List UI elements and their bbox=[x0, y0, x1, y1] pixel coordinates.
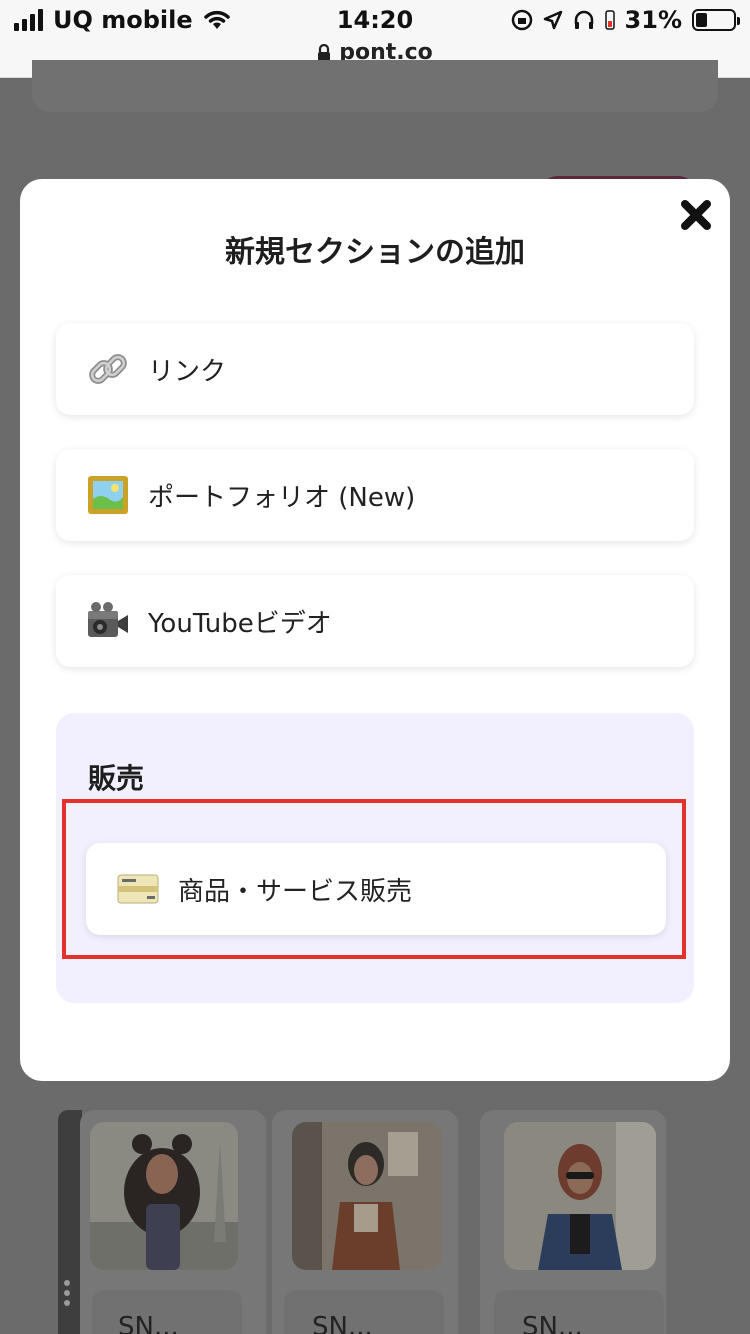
video-camera-icon bbox=[86, 599, 130, 643]
background-caption: SN... bbox=[522, 1312, 583, 1334]
modal-title: 新規セクションの追加 bbox=[225, 235, 525, 270]
background-card bbox=[32, 60, 718, 112]
option-portfolio[interactable]: ポートフォリオ (New) bbox=[56, 449, 694, 541]
background-caption: SN... bbox=[118, 1312, 179, 1334]
low-power-icon bbox=[604, 10, 615, 30]
add-section-modal: 新規セクションの追加 リンク ポートフォリオ (New) YouTubeビデオ … bbox=[20, 179, 730, 1081]
option-label: リンク bbox=[148, 356, 227, 387]
link-icon bbox=[86, 347, 130, 391]
highlight-box bbox=[62, 799, 686, 959]
battery-level bbox=[696, 13, 708, 27]
picture-frame-icon bbox=[86, 473, 130, 517]
status-right: 31% bbox=[511, 6, 740, 34]
close-button[interactable] bbox=[676, 195, 716, 235]
option-label: YouTubeビデオ bbox=[148, 608, 332, 639]
background-image bbox=[504, 1122, 656, 1270]
option-link[interactable]: リンク bbox=[56, 323, 694, 415]
background-caption: SN... bbox=[312, 1312, 373, 1334]
headphones-icon bbox=[574, 10, 593, 29]
option-youtube-video[interactable]: YouTubeビデオ bbox=[56, 575, 694, 667]
battery-percent: 31% bbox=[624, 6, 682, 34]
drag-handle-icon bbox=[64, 1280, 74, 1310]
background-image bbox=[292, 1122, 442, 1270]
orientation-lock-icon bbox=[511, 9, 532, 31]
lock-icon bbox=[318, 43, 331, 62]
option-label: ポートフォリオ (New) bbox=[148, 482, 416, 513]
close-x-icon bbox=[681, 200, 711, 230]
battery-icon bbox=[692, 9, 740, 31]
sales-section-title: 販売 bbox=[88, 762, 145, 795]
background-image bbox=[90, 1122, 238, 1270]
location-icon bbox=[543, 10, 562, 30]
